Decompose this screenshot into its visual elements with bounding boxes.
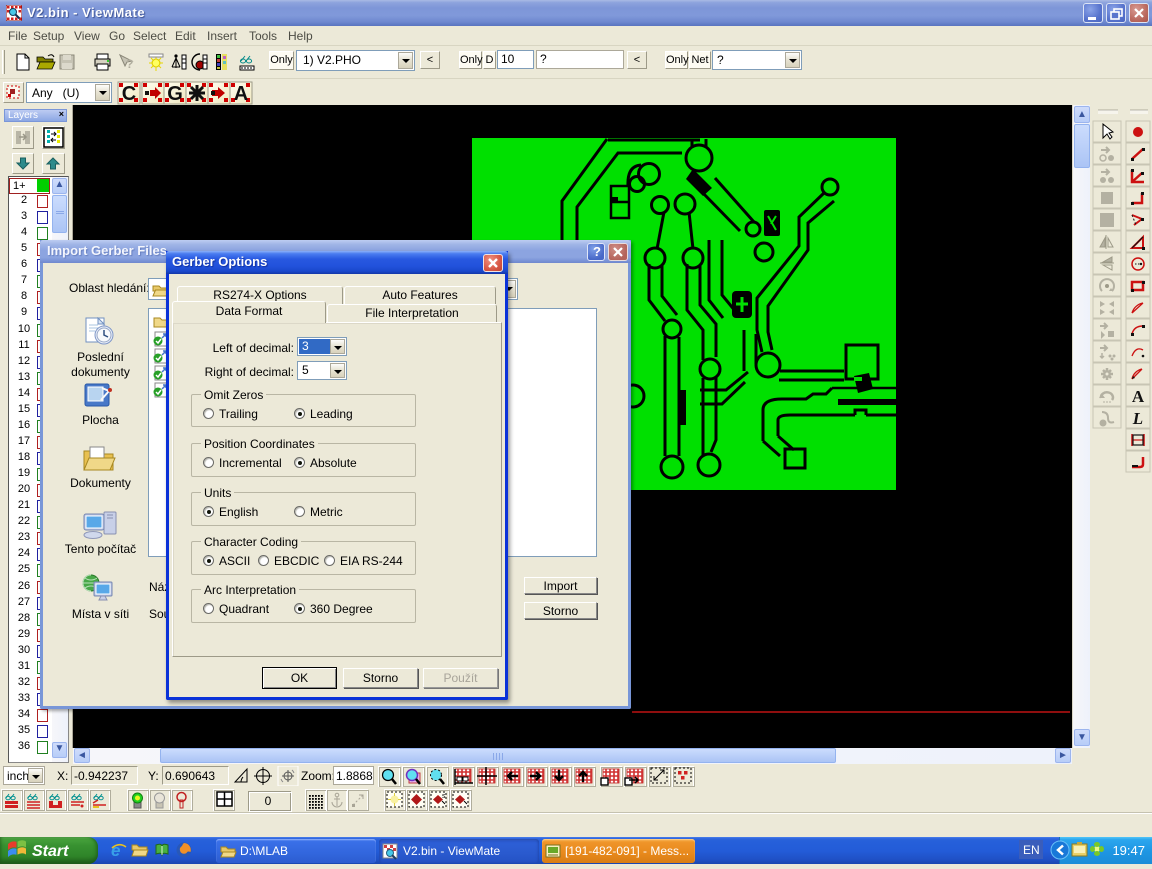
svg-text:?: ? [126, 57, 133, 71]
svg-text:0: 0 [265, 794, 272, 808]
svg-text:L: L [1132, 409, 1143, 428]
svg-text:s: s [442, 793, 446, 800]
svg-text:Start: Start [32, 843, 69, 860]
svg-text:A: A [234, 83, 248, 105]
svg-text:A: A [1132, 387, 1145, 406]
svg-text:C: C [122, 83, 136, 105]
svg-text:G: G [167, 83, 183, 105]
svg-text:e: e [111, 841, 120, 860]
